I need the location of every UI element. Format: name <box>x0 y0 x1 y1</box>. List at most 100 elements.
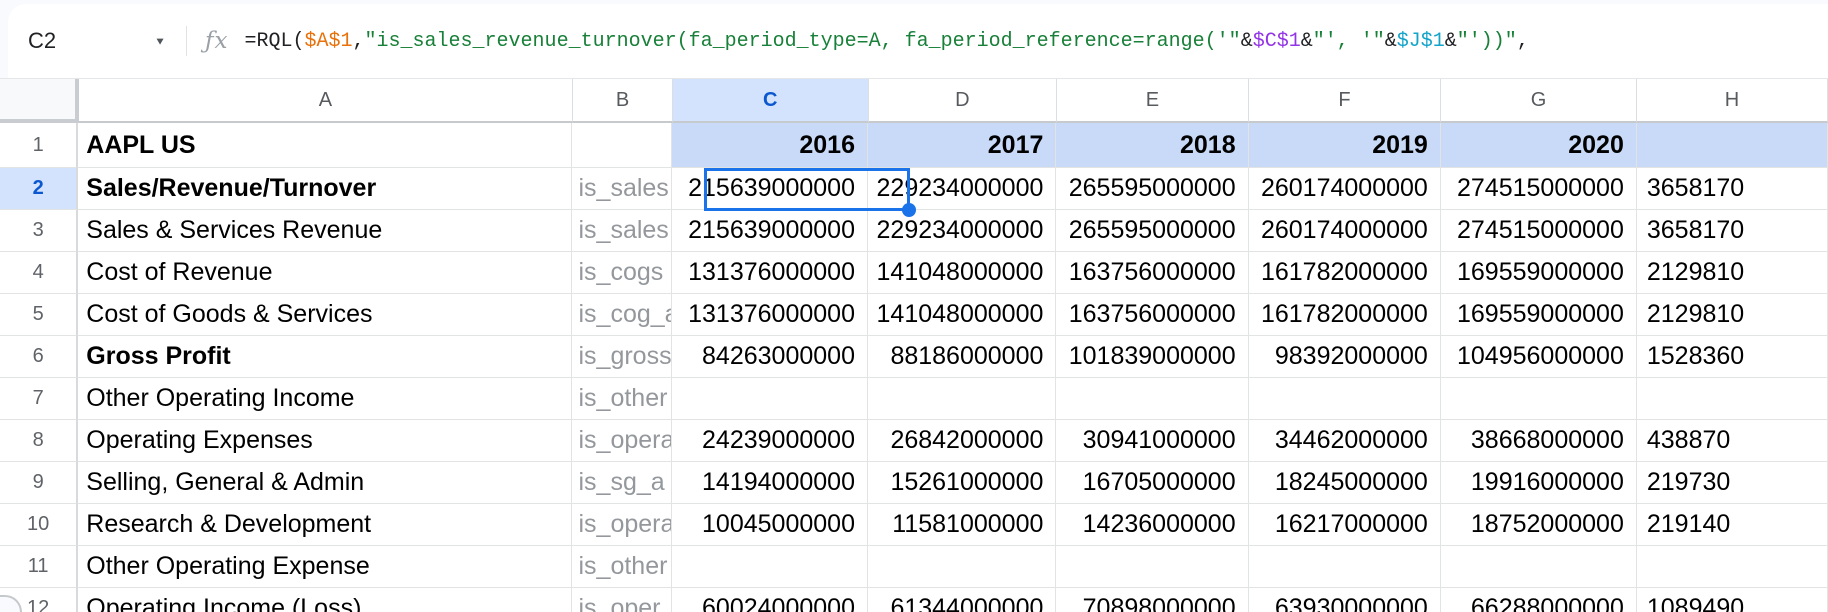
cell-G1[interactable]: 2020 <box>1440 123 1637 168</box>
cell-C10[interactable]: 10045000000 <box>671 504 868 546</box>
cell-A12[interactable]: Operating Income (Loss) <box>78 588 573 612</box>
cell-F10[interactable]: 16217000000 <box>1248 504 1441 546</box>
cell-H12[interactable]: 1089490 <box>1636 588 1828 612</box>
column-header-B[interactable]: B <box>573 79 673 123</box>
cell-F3[interactable]: 260174000000 <box>1248 210 1441 252</box>
column-header-D[interactable]: D <box>868 79 1057 123</box>
cell-G11[interactable] <box>1440 546 1637 588</box>
cell-C9[interactable]: 14194000000 <box>671 462 868 504</box>
cell-C5[interactable]: 131376000000 <box>671 294 868 336</box>
cell-G8[interactable]: 38668000000 <box>1440 420 1637 462</box>
cell-G5[interactable]: 169559000000 <box>1440 294 1637 336</box>
cell-H9[interactable]: 219730 <box>1636 462 1828 504</box>
row-header-10[interactable]: 10 <box>0 504 79 546</box>
select-all-corner[interactable] <box>0 79 79 123</box>
cell-A3[interactable]: Sales & Services Revenue <box>78 210 573 252</box>
row-header-5[interactable]: 5 <box>0 294 79 336</box>
column-header-G[interactable]: G <box>1441 79 1637 123</box>
formula-input[interactable]: =RQL($A$1,"is_sales_revenue_turnover(fa_… <box>244 30 1828 53</box>
cell-F5[interactable]: 161782000000 <box>1248 294 1441 336</box>
row-header-11[interactable]: 11 <box>0 546 79 588</box>
cell-G3[interactable]: 274515000000 <box>1440 210 1637 252</box>
cell-C6[interactable]: 84263000000 <box>671 336 868 378</box>
cell-C4[interactable]: 131376000000 <box>671 252 868 294</box>
cell-E4[interactable]: 163756000000 <box>1056 252 1249 294</box>
column-header-A[interactable]: A <box>78 79 574 123</box>
cell-D3[interactable]: 229234000000 <box>867 210 1057 252</box>
cell-A7[interactable]: Other Operating Income <box>78 378 573 420</box>
cell-F6[interactable]: 98392000000 <box>1248 336 1441 378</box>
cell-G2[interactable]: 274515000000 <box>1440 168 1637 210</box>
cell-F4[interactable]: 161782000000 <box>1248 252 1441 294</box>
cell-B6[interactable]: is_gross <box>572 336 672 378</box>
name-box-dropdown-icon[interactable]: ▼ <box>154 35 166 47</box>
cell-G6[interactable]: 104956000000 <box>1440 336 1637 378</box>
cell-F2[interactable]: 260174000000 <box>1248 168 1441 210</box>
row-header-6[interactable]: 6 <box>0 336 79 378</box>
cell-D10[interactable]: 11581000000 <box>867 504 1057 546</box>
row-header-2[interactable]: 2 <box>0 168 79 210</box>
fill-handle[interactable] <box>902 203 916 217</box>
cell-B9[interactable]: is_sg_a <box>572 462 672 504</box>
cell-H11[interactable] <box>1636 546 1828 588</box>
cell-F8[interactable]: 34462000000 <box>1248 420 1441 462</box>
cell-E6[interactable]: 101839000000 <box>1056 336 1249 378</box>
row-header-1[interactable]: 1 <box>0 123 79 168</box>
row-header-9[interactable]: 9 <box>0 462 79 504</box>
cell-D2[interactable]: 229234000000 <box>867 168 1057 210</box>
cell-B4[interactable]: is_cogs <box>572 252 672 294</box>
cell-A6[interactable]: Gross Profit <box>78 336 573 378</box>
cell-D11[interactable] <box>867 546 1057 588</box>
cell-E3[interactable]: 265595000000 <box>1056 210 1249 252</box>
cell-D6[interactable]: 88186000000 <box>867 336 1057 378</box>
cell-B11[interactable]: is_other <box>572 546 672 588</box>
cell-G9[interactable]: 19916000000 <box>1440 462 1637 504</box>
cell-D1[interactable]: 2017 <box>867 123 1057 168</box>
cell-E7[interactable] <box>1056 378 1249 420</box>
cell-B7[interactable]: is_other <box>572 378 672 420</box>
cell-F7[interactable] <box>1248 378 1441 420</box>
cell-D8[interactable]: 26842000000 <box>867 420 1057 462</box>
cell-D5[interactable]: 141048000000 <box>867 294 1057 336</box>
cell-A10[interactable]: Research & Development <box>78 504 573 546</box>
cell-B8[interactable]: is_opera <box>572 420 672 462</box>
cell-B1[interactable] <box>572 123 672 168</box>
cell-B12[interactable]: is_oper <box>572 588 672 612</box>
cell-H10[interactable]: 219140 <box>1636 504 1828 546</box>
cell-C3[interactable]: 215639000000 <box>671 210 868 252</box>
cell-B5[interactable]: is_cog_a <box>572 294 672 336</box>
cell-H6[interactable]: 1528360 <box>1636 336 1828 378</box>
cell-E12[interactable]: 70898000000 <box>1056 588 1249 612</box>
cell-E11[interactable] <box>1056 546 1249 588</box>
cell-C2[interactable]: 215639000000 <box>671 168 868 210</box>
column-header-C[interactable]: C <box>672 79 869 123</box>
cell-A2[interactable]: Sales/Revenue/Turnover <box>78 168 573 210</box>
cell-G7[interactable] <box>1440 378 1637 420</box>
cell-H4[interactable]: 2129810 <box>1636 252 1828 294</box>
cell-E5[interactable]: 163756000000 <box>1056 294 1249 336</box>
cell-F1[interactable]: 2019 <box>1248 123 1441 168</box>
cell-H1[interactable] <box>1636 123 1828 168</box>
cell-A8[interactable]: Operating Expenses <box>78 420 573 462</box>
cell-A5[interactable]: Cost of Goods & Services <box>78 294 573 336</box>
cell-E2[interactable]: 265595000000 <box>1056 168 1249 210</box>
cell-G10[interactable]: 18752000000 <box>1440 504 1637 546</box>
cell-D7[interactable] <box>867 378 1057 420</box>
cell-F12[interactable]: 63930000000 <box>1248 588 1441 612</box>
cell-D12[interactable]: 61344000000 <box>867 588 1057 612</box>
cell-H5[interactable]: 2129810 <box>1636 294 1828 336</box>
cell-H8[interactable]: 438870 <box>1636 420 1828 462</box>
row-header-4[interactable]: 4 <box>0 252 79 294</box>
cell-E10[interactable]: 14236000000 <box>1056 504 1249 546</box>
row-header-8[interactable]: 8 <box>0 420 79 462</box>
cell-C11[interactable] <box>671 546 868 588</box>
cell-E9[interactable]: 16705000000 <box>1056 462 1249 504</box>
cell-D4[interactable]: 141048000000 <box>867 252 1057 294</box>
cell-A4[interactable]: Cost of Revenue <box>78 252 573 294</box>
column-header-F[interactable]: F <box>1248 79 1442 123</box>
cell-B3[interactable]: is_sales <box>572 210 672 252</box>
column-header-H[interactable]: H <box>1636 79 1828 123</box>
cell-H7[interactable] <box>1636 378 1828 420</box>
cell-E1[interactable]: 2018 <box>1056 123 1249 168</box>
cell-G12[interactable]: 66288000000 <box>1440 588 1637 612</box>
